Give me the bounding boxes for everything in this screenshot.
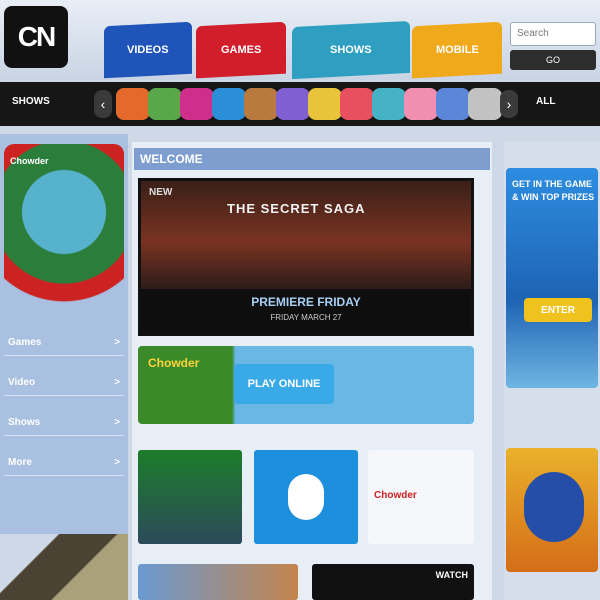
sidebar-item-label: More: [8, 457, 32, 468]
search-button[interactable]: GO: [510, 50, 596, 70]
chevron-right-icon: >: [114, 337, 120, 348]
video-thumbnail[interactable]: WATCH: [312, 564, 474, 600]
tab-label: Shows: [330, 44, 372, 56]
character-ad[interactable]: [506, 448, 598, 572]
tab-label: Games: [220, 44, 262, 56]
character-thumbnail[interactable]: [180, 88, 214, 120]
hero-premiere: PREMIERE FRIDAY: [251, 295, 361, 309]
sidebar-item-more[interactable]: More >: [4, 450, 124, 476]
cartoon-network-logo[interactable]: CN: [4, 6, 68, 68]
sidebar-item-shows[interactable]: Shows >: [4, 410, 124, 436]
character-thumbnail[interactable]: [116, 88, 150, 120]
character-carousel: Shows ‹ › All: [0, 82, 600, 126]
sidebar-item-label: Video: [8, 377, 36, 388]
sidebar-item-video[interactable]: Video >: [4, 370, 124, 396]
show-tile[interactable]: Chowder: [368, 450, 474, 544]
character-thumbnail[interactable]: [436, 88, 470, 120]
character-thumbnail[interactable]: [340, 88, 374, 120]
right-column: GET IN THE GAME & WIN TOP PRIZES ENTER: [504, 142, 600, 600]
tab-label: Mobile: [435, 44, 479, 56]
mobile-tile[interactable]: [254, 450, 358, 544]
character-thumbnail[interactable]: [404, 88, 438, 120]
phone-icon: [288, 474, 324, 520]
search-input[interactable]: Search: [510, 22, 596, 46]
tab-videos[interactable]: Videos: [104, 21, 192, 79]
character-thumbnail[interactable]: [468, 88, 502, 120]
sidebar-bottom-art: [0, 534, 128, 600]
sidebar-item-games[interactable]: Games >: [4, 330, 124, 356]
hero-badge: NEW: [149, 187, 173, 198]
character-thumbnail[interactable]: [276, 88, 310, 120]
character-image: [524, 472, 584, 542]
watch-label: WATCH: [435, 570, 468, 580]
character-thumbnail[interactable]: [244, 88, 278, 120]
ad-text: GET IN THE GAME & WIN TOP PRIZES: [512, 179, 595, 202]
chevron-right-icon: >: [114, 377, 120, 388]
welcome-title: Welcome: [134, 148, 490, 170]
chevron-right-icon: >: [114, 417, 120, 428]
game-banner[interactable]: Chowder PLAY ONLINE: [138, 346, 474, 424]
game-tile[interactable]: [138, 450, 242, 544]
enter-button[interactable]: ENTER: [524, 298, 592, 322]
sidebar-item-label: Shows: [8, 417, 41, 428]
left-sidebar: Chowder Games > Video > Shows > More >: [0, 134, 128, 600]
banner-logo: Chowder: [148, 356, 200, 370]
carousel-label-shows[interactable]: Shows: [12, 96, 50, 107]
hero-time: FRIDAY MARCH 27: [270, 313, 342, 322]
sidebar-item-label: Games: [8, 337, 42, 348]
tab-games[interactable]: Games: [196, 21, 286, 79]
promo-label: Chowder: [10, 156, 49, 166]
tab-mobile[interactable]: Mobile: [412, 21, 502, 79]
hero-title: THE SECRET SAGA: [227, 201, 366, 216]
carousel-label-all[interactable]: All: [536, 96, 555, 107]
hero-promo[interactable]: NEW THE SECRET SAGA PREMIERE FRIDAY FRID…: [138, 178, 474, 336]
tab-label: Videos: [127, 44, 169, 57]
character-thumbnail[interactable]: [308, 88, 342, 120]
tab-shows[interactable]: Shows: [292, 20, 410, 80]
play-online-button[interactable]: PLAY ONLINE: [234, 364, 334, 404]
character-thumbnail[interactable]: [212, 88, 246, 120]
site-header: CN Videos Games Shows Mobile Search GO: [0, 0, 600, 80]
logo-text: CN: [17, 21, 56, 52]
chevron-right-icon: >: [114, 457, 120, 468]
chevron-left-icon[interactable]: ‹: [94, 90, 112, 118]
show-promo-image[interactable]: Chowder: [4, 144, 124, 314]
character-thumbnail[interactable]: [372, 88, 406, 120]
video-thumbnail[interactable]: [138, 564, 298, 600]
character-thumbnail[interactable]: [148, 88, 182, 120]
contest-ad[interactable]: GET IN THE GAME & WIN TOP PRIZES ENTER: [506, 168, 598, 388]
chevron-right-icon[interactable]: ›: [500, 90, 518, 118]
tile-label: Chowder: [374, 490, 417, 501]
main-content: Welcome NEW THE SECRET SAGA PREMIERE FRI…: [132, 142, 492, 600]
hero-caption: PREMIERE FRIDAY FRIDAY MARCH 27: [141, 289, 471, 333]
